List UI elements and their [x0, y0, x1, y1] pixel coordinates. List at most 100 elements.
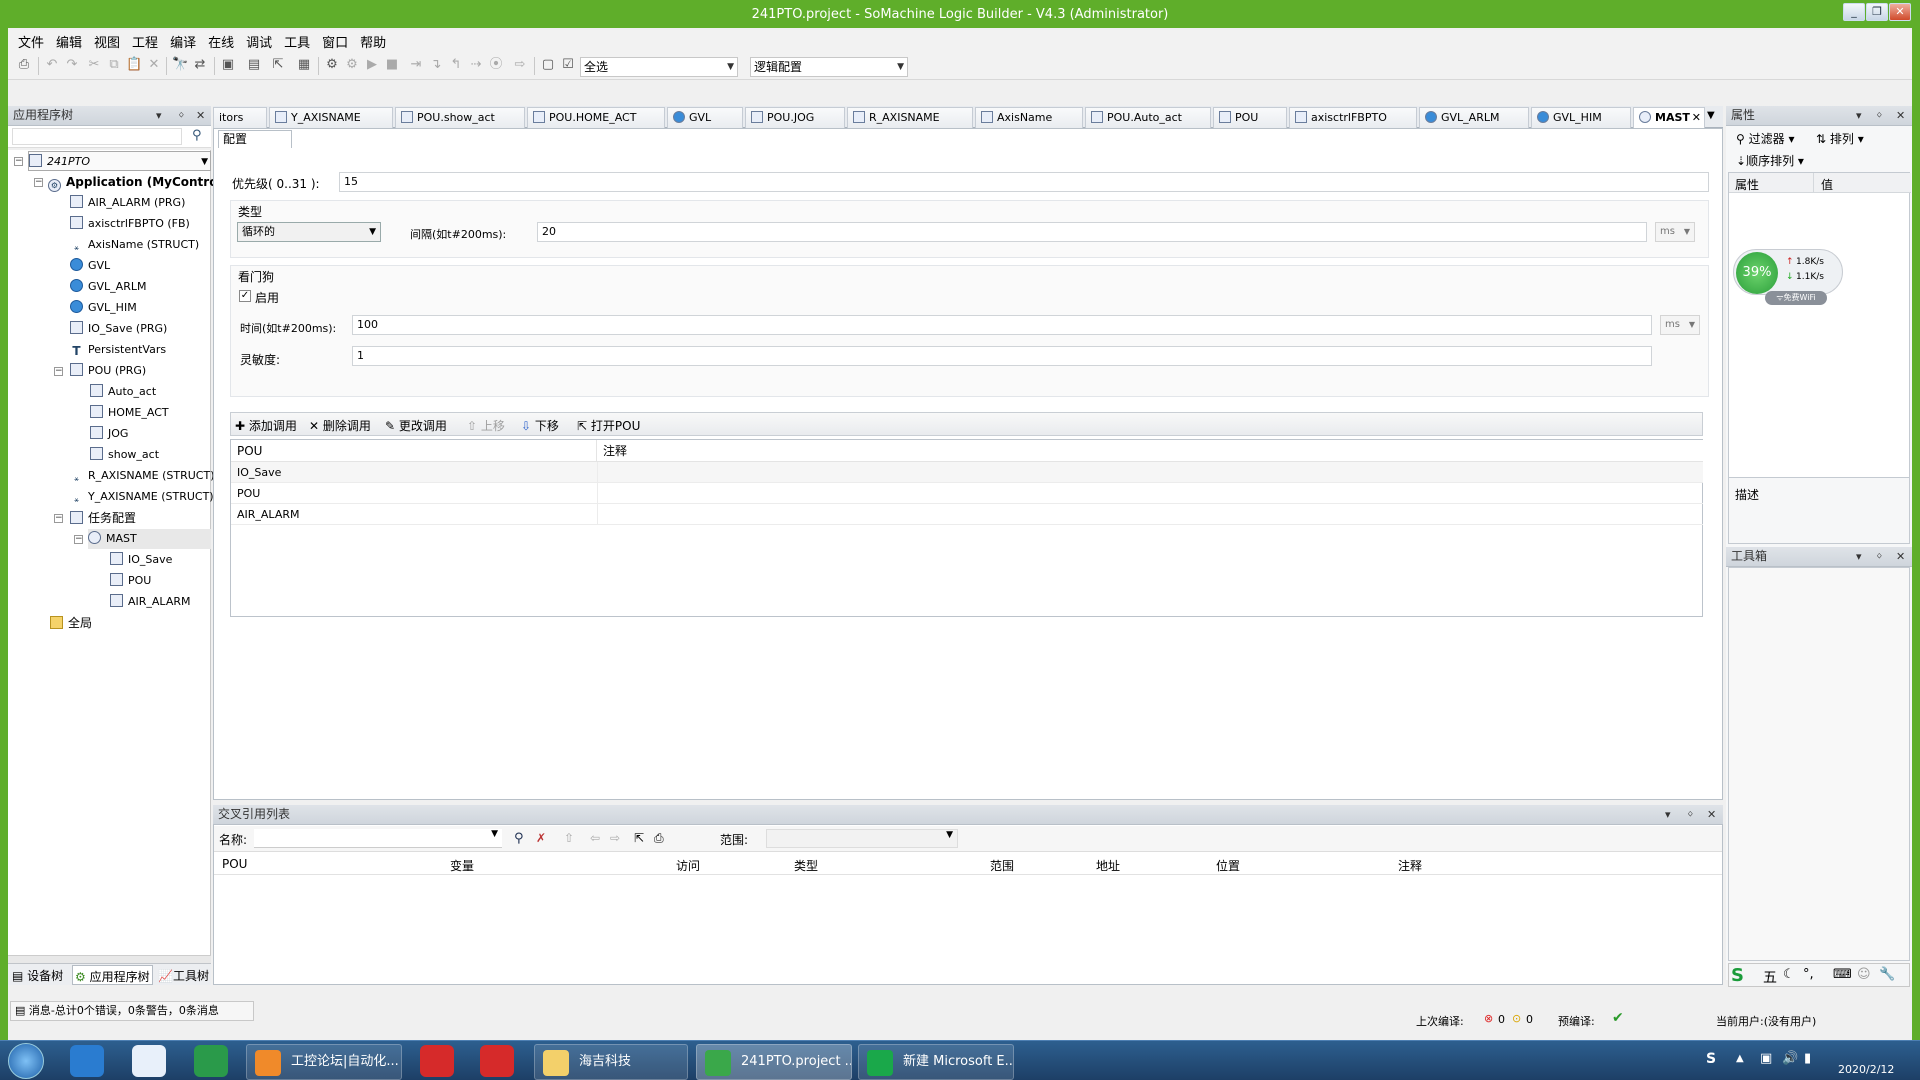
- tree-root[interactable]: 241PTO ▼: [28, 151, 211, 171]
- search-icon[interactable]: ⚲: [514, 831, 524, 846]
- taskbar-item[interactable]: 新建 Microsoft E...: [858, 1044, 1014, 1080]
- tab-y-axisname[interactable]: Y_AXISNAME: [269, 107, 393, 128]
- pin-icon[interactable]: ᛜ: [1876, 106, 1883, 125]
- tree-item[interactable]: IO_Save: [110, 550, 172, 570]
- ie-icon[interactable]: [70, 1045, 104, 1077]
- menu-window[interactable]: 窗口: [322, 32, 348, 51]
- tab-mast[interactable]: MAST ✕: [1633, 107, 1705, 128]
- collapse-icon[interactable]: −: [54, 514, 63, 523]
- menu-tools[interactable]: 工具: [284, 32, 310, 51]
- moon-icon[interactable]: ☾: [1783, 967, 1795, 982]
- replace-icon[interactable]: ⇄: [192, 57, 208, 73]
- dropdown-icon[interactable]: ▾: [1856, 106, 1862, 125]
- step-in-icon[interactable]: ↴: [428, 57, 444, 73]
- login-icon[interactable]: ⇨: [512, 57, 528, 73]
- tab-pou-home-act[interactable]: POU.HOME_ACT: [527, 107, 665, 128]
- step-out-icon[interactable]: ↰: [448, 57, 464, 73]
- select-combo[interactable]: 全选 ▼: [580, 57, 738, 77]
- delete-icon[interactable]: ✕: [146, 57, 162, 73]
- tree-item[interactable]: ⚹ R_AXISNAME (STRUCT): [70, 466, 214, 486]
- dropdown-icon[interactable]: ▾: [1856, 547, 1862, 566]
- tray-expand-icon[interactable]: ▲: [1736, 1053, 1744, 1064]
- keyboard-icon[interactable]: ⌨: [1833, 967, 1852, 982]
- tree-item-task-config[interactable]: 任务配置: [70, 508, 136, 528]
- tab-application-tree[interactable]: ⚙ 应用程序树: [72, 965, 153, 985]
- tab-pou-show-act[interactable]: POU.show_act: [395, 107, 525, 128]
- config-combo[interactable]: 逻辑配置 ▼: [750, 57, 908, 77]
- tree-item[interactable]: POU (PRG): [70, 361, 146, 381]
- column-header-variable[interactable]: 变量: [450, 857, 474, 874]
- tree-item[interactable]: AIR_ALARM (PRG): [70, 193, 185, 213]
- column-header-comment[interactable]: 注释: [597, 440, 1703, 462]
- find-icon[interactable]: 🔭: [172, 57, 188, 73]
- menu-project[interactable]: 工程: [132, 32, 158, 51]
- build-icon[interactable]: ⚙: [324, 57, 340, 73]
- close-icon[interactable]: ✕: [196, 106, 205, 125]
- cut-icon[interactable]: ✂: [86, 57, 102, 73]
- move-up-button[interactable]: ⇧ 上移: [467, 417, 505, 434]
- tree-item[interactable]: axisctrlFBPTO (FB): [70, 214, 190, 234]
- print-icon[interactable]: ⎙: [16, 57, 32, 73]
- user-icon[interactable]: ☺: [1857, 967, 1871, 982]
- column-header-scope[interactable]: 范围: [990, 857, 1014, 874]
- change-call-button[interactable]: ✎ 更改调用: [385, 417, 447, 434]
- taskbar-item-active[interactable]: 241PTO.project ...: [696, 1044, 852, 1080]
- restore-button[interactable]: ❐: [1866, 3, 1888, 21]
- column-header-pou[interactable]: POU: [222, 857, 247, 871]
- column-header-access[interactable]: 访问: [676, 857, 700, 874]
- tab-axisctrlfbpto[interactable]: axisctrlFBPTO: [1289, 107, 1417, 128]
- sort-button[interactable]: ⇅ 排列 ▾: [1816, 130, 1864, 147]
- column-header-location[interactable]: 位置: [1216, 857, 1240, 874]
- step-over-icon[interactable]: ⇢: [468, 57, 484, 73]
- tree-application[interactable]: ⚙ Application (MyControlle: [48, 172, 234, 192]
- pin-icon[interactable]: ᛜ: [178, 106, 185, 125]
- menu-help[interactable]: 帮助: [360, 32, 386, 51]
- tree-item[interactable]: POU: [110, 571, 151, 591]
- tab-gvl-arlm[interactable]: GVL_ARLM: [1419, 107, 1529, 128]
- wrench-icon[interactable]: 🔧: [1879, 967, 1895, 982]
- ime-mode[interactable]: 五: [1763, 967, 1777, 987]
- enable-checkbox[interactable]: ✓: [239, 290, 251, 302]
- goto-icon[interactable]: ⇱: [634, 831, 644, 845]
- taskbar-item[interactable]: 海吉科技: [534, 1044, 688, 1080]
- clear-icon[interactable]: ✗: [536, 831, 546, 845]
- tab-pou[interactable]: POU: [1213, 107, 1287, 128]
- tree-item[interactable]: ⚹ AxisName (STRUCT): [70, 235, 199, 255]
- tab-gvl-him[interactable]: GVL_HIM: [1531, 107, 1631, 128]
- tree-item[interactable]: show_act: [90, 445, 159, 465]
- interval-unit-select[interactable]: ms ▼: [1655, 222, 1695, 242]
- tab-device-tree[interactable]: ▤ 设备树: [12, 967, 63, 984]
- app-icon[interactable]: [132, 1045, 166, 1077]
- messages-status[interactable]: ▤ 消息-总计0个错误，0条警告，0条消息: [10, 1001, 254, 1021]
- move-down-button[interactable]: ⇩ 下移: [521, 417, 559, 434]
- tree-item[interactable]: JOG: [90, 424, 128, 444]
- close-icon[interactable]: ✕: [1896, 547, 1905, 566]
- add-call-button[interactable]: ✚ 添加调用: [235, 417, 297, 434]
- tree-search-input[interactable]: [12, 128, 182, 145]
- redo-icon[interactable]: ↷: [64, 57, 80, 73]
- tree-item[interactable]: Auto_act: [90, 382, 156, 402]
- table-row[interactable]: AIR_ALARM: [231, 504, 1703, 525]
- xref-scope-select[interactable]: ▼: [766, 829, 958, 848]
- menu-view[interactable]: 视图: [94, 32, 120, 51]
- volume-icon[interactable]: 🔊: [1782, 1051, 1798, 1066]
- tab-axisname[interactable]: AxisName: [975, 107, 1083, 128]
- rebuild-icon[interactable]: ⚙: [344, 57, 360, 73]
- sensitivity-input[interactable]: 1: [352, 346, 1652, 366]
- tree-item-mast[interactable]: MAST: [88, 529, 211, 549]
- export-icon[interactable]: ⇱: [270, 57, 286, 73]
- chevron-down-icon[interactable]: ▼: [201, 152, 208, 172]
- close-icon[interactable]: ✕: [1707, 805, 1716, 824]
- collapse-icon[interactable]: −: [74, 535, 83, 544]
- collapse-icon[interactable]: −: [34, 178, 43, 187]
- tree-item-global[interactable]: 全局: [50, 613, 92, 633]
- table-row[interactable]: POU: [231, 483, 1703, 504]
- tab-tools-tree[interactable]: 📈工具树: [158, 967, 209, 984]
- network-widget[interactable]: 39% ↑ 1.8K/s ↓ 1.1K/s: [1733, 249, 1843, 295]
- type-select[interactable]: 循环的 ▼: [237, 222, 381, 242]
- menu-edit[interactable]: 编辑: [56, 32, 82, 51]
- device-icon[interactable]: ▦: [296, 57, 312, 73]
- table-row[interactable]: IO_Save: [231, 462, 1703, 483]
- minimize-button[interactable]: _: [1843, 3, 1865, 21]
- menu-build[interactable]: 编译: [170, 32, 196, 51]
